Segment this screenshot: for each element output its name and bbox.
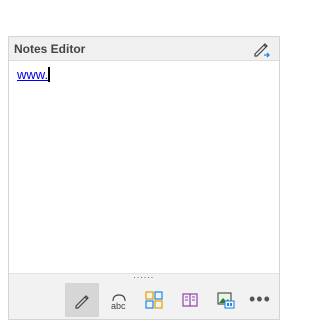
- pen-icon: [75, 295, 89, 309]
- panel-header: Notes Editor: [9, 37, 279, 61]
- pen-tool-button[interactable]: [65, 283, 99, 317]
- grip-dots: ······: [133, 272, 154, 282]
- notebook-button[interactable]: [173, 283, 207, 317]
- pen-edit-icon[interactable]: [252, 39, 272, 59]
- text-caret: [48, 67, 51, 82]
- handwriting-recognition-button[interactable]: abc: [101, 283, 135, 317]
- image-gallery-button[interactable]: [209, 283, 243, 317]
- cloud-abc-icon: abc: [111, 294, 126, 311]
- note-text-area[interactable]: www.: [9, 61, 279, 273]
- layout-grid-button[interactable]: [137, 283, 171, 317]
- note-text-link[interactable]: www.: [17, 67, 51, 82]
- note-text: www.: [17, 67, 49, 82]
- book-icon: [182, 293, 198, 307]
- resize-grip[interactable]: ······: [9, 272, 279, 282]
- notes-editor-panel: Notes Editor www. ······ abc •••: [8, 36, 280, 320]
- bottom-toolbar: abc •••: [9, 281, 279, 319]
- panel-title: Notes Editor: [14, 42, 86, 56]
- more-options-button[interactable]: •••: [249, 289, 271, 310]
- svg-text:abc: abc: [111, 301, 126, 311]
- image-gallery-icon: [217, 292, 235, 309]
- grid-icon: [145, 291, 163, 309]
